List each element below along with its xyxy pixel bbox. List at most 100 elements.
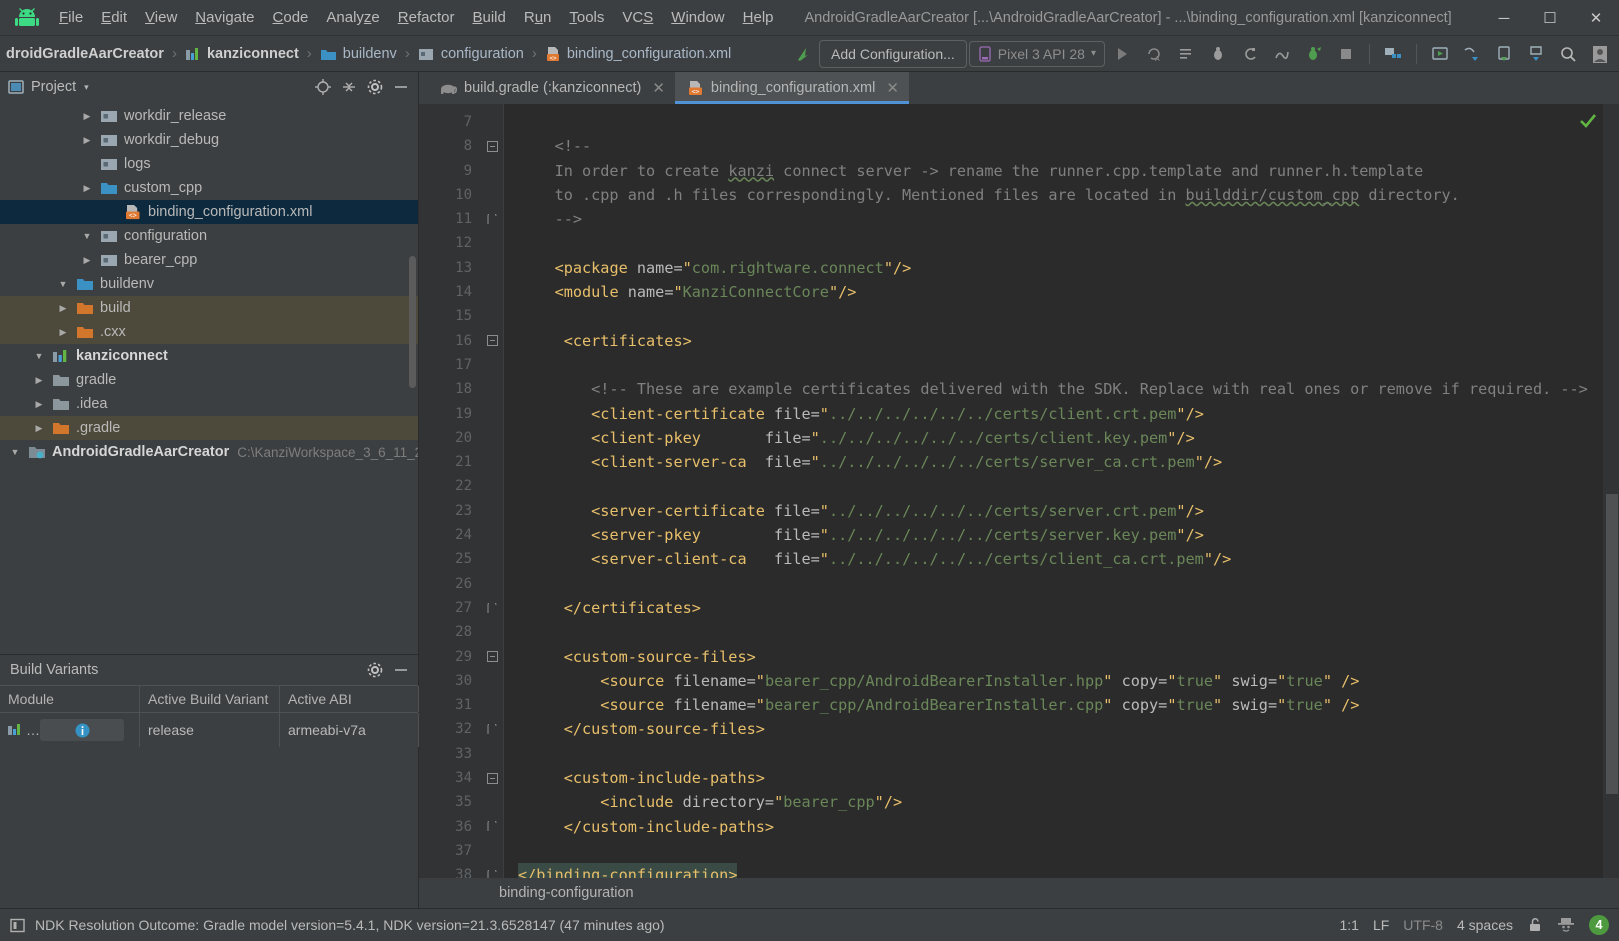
menu-refactor[interactable]: Refactor xyxy=(389,5,464,30)
chevron-right-icon[interactable]: ▶ xyxy=(80,183,94,194)
code-line[interactable]: to .cpp and .h files correspondingly. Me… xyxy=(504,183,1619,207)
breadcrumb-item-file[interactable]: <> binding_configuration.xml xyxy=(545,46,731,62)
code-line[interactable]: --> xyxy=(504,207,1619,231)
menu-build[interactable]: Build xyxy=(463,5,514,30)
tree-node-build[interactable]: ▶build xyxy=(0,296,418,320)
breadcrumb-item-project[interactable]: droidGradleAarCreator xyxy=(0,46,164,62)
status-message[interactable]: NDK Resolution Outcome: Gradle model ver… xyxy=(35,917,665,933)
code-line[interactable]: </binding-configuration> xyxy=(504,863,1619,878)
settings-gear-icon[interactable] xyxy=(364,659,386,681)
account-icon[interactable] xyxy=(1585,40,1615,68)
code-line[interactable]: <package name="com.rightware.connect"/> xyxy=(504,256,1619,280)
hectoring-hat-icon[interactable] xyxy=(1557,917,1575,933)
code-line[interactable]: <!-- xyxy=(504,134,1619,158)
menu-file[interactable]: File xyxy=(50,5,92,30)
code-line[interactable]: <custom-source-files> xyxy=(504,645,1619,669)
hide-icon[interactable] xyxy=(390,76,412,98)
code-line[interactable]: <server-certificate file="../../../../..… xyxy=(504,499,1619,523)
tree-node-buildenv[interactable]: ▼buildenv xyxy=(0,272,418,296)
tree-node--gradle[interactable]: ▶.gradle xyxy=(0,416,418,440)
menu-code[interactable]: Code xyxy=(264,5,318,30)
fold-end-icon[interactable] xyxy=(481,596,503,620)
run-icon[interactable] xyxy=(1107,40,1137,68)
indent-setting[interactable]: 4 spaces xyxy=(1457,917,1513,933)
collapse-all-icon[interactable] xyxy=(338,76,360,98)
fold-end-icon[interactable] xyxy=(481,863,503,878)
code-line[interactable]: <client-pkey file="../../../../../../cer… xyxy=(504,426,1619,450)
sync-gradle-icon[interactable] xyxy=(1457,40,1487,68)
chevron-down-icon[interactable]: ▼ xyxy=(80,231,94,241)
apply-changes-icon[interactable] xyxy=(1171,40,1201,68)
column-header-variant[interactable]: Active Build Variant xyxy=(140,686,280,712)
code-line[interactable]: <certificates> xyxy=(504,329,1619,353)
profile-icon[interactable] xyxy=(1267,40,1297,68)
notification-badge[interactable]: 4 xyxy=(1589,915,1609,935)
chevron-right-icon[interactable]: ▶ xyxy=(56,303,70,314)
close-icon[interactable]: ✕ xyxy=(886,79,899,97)
menu-run[interactable]: Run xyxy=(515,5,561,30)
column-header-module[interactable]: Module xyxy=(0,686,140,712)
menu-help[interactable]: Help xyxy=(734,5,783,30)
menu-analyze[interactable]: Analyze xyxy=(317,5,388,30)
menu-edit[interactable]: Edit xyxy=(92,5,136,30)
add-configuration-button[interactable]: Add Configuration... xyxy=(819,40,967,68)
sdk-manager-icon[interactable] xyxy=(1378,40,1408,68)
chevron-right-icon[interactable]: ▶ xyxy=(32,399,46,410)
layout-inspector-icon[interactable] xyxy=(1521,40,1551,68)
chevron-right-icon[interactable]: ▶ xyxy=(56,327,70,338)
code-editor[interactable]: 7891011121314151617181920212223242526272… xyxy=(419,104,1619,878)
code-line[interactable]: <client-certificate file="../../../../..… xyxy=(504,402,1619,426)
editor-tab-binding-configuration[interactable]: <> binding_configuration.xml ✕ xyxy=(675,72,909,104)
tree-node--cxx[interactable]: ▶.cxx xyxy=(0,320,418,344)
info-icon[interactable] xyxy=(40,719,124,741)
minimize-button[interactable]: ─ xyxy=(1481,0,1527,36)
editor-marker-bar[interactable] xyxy=(1603,104,1619,878)
project-tree[interactable]: ▶workdir_release▶workdir_debuglogs▶custo… xyxy=(0,102,418,654)
chevron-down-icon[interactable]: ▼ xyxy=(56,279,70,289)
tree-node-binding-configuration-xml[interactable]: <>binding_configuration.xml xyxy=(0,200,418,224)
chevron-down-icon[interactable]: ▼ xyxy=(8,447,22,457)
file-encoding[interactable]: UTF-8 xyxy=(1403,917,1443,933)
code-content[interactable]: <!-- In order to create kanzi connect se… xyxy=(503,104,1619,878)
tree-node-bearer-cpp[interactable]: ▶bearer_cpp xyxy=(0,248,418,272)
unlocked-icon[interactable] xyxy=(1527,917,1543,933)
cell-module[interactable]: … xyxy=(0,713,140,747)
locate-icon[interactable] xyxy=(312,76,334,98)
fold-expanded-icon[interactable] xyxy=(481,329,503,353)
code-line[interactable] xyxy=(504,110,1619,134)
column-header-abi[interactable]: Active ABI xyxy=(280,686,419,712)
menu-view[interactable]: View xyxy=(136,5,186,30)
chevron-right-icon[interactable]: ▶ xyxy=(80,255,94,266)
chevron-right-icon[interactable]: ▶ xyxy=(32,375,46,386)
table-row[interactable]: … release armeabi-v7a xyxy=(0,713,418,747)
code-line[interactable]: </custom-include-paths> xyxy=(504,815,1619,839)
chevron-down-icon[interactable]: ▼ xyxy=(32,351,46,361)
attach-debugger-icon[interactable] xyxy=(1235,40,1265,68)
fold-expanded-icon[interactable] xyxy=(481,766,503,790)
fold-end-icon[interactable] xyxy=(481,815,503,839)
fold-end-icon[interactable] xyxy=(481,207,503,231)
run-with-coverage-icon[interactable] xyxy=(1299,40,1329,68)
fold-expanded-icon[interactable] xyxy=(481,645,503,669)
debug-icon[interactable] xyxy=(1203,40,1233,68)
tree-node-configuration[interactable]: ▼configuration xyxy=(0,224,418,248)
tree-node-custom-cpp[interactable]: ▶custom_cpp xyxy=(0,176,418,200)
tree-node-workdir-debug[interactable]: ▶workdir_debug xyxy=(0,128,418,152)
code-line[interactable]: <module name="KanziConnectCore"/> xyxy=(504,280,1619,304)
code-line[interactable] xyxy=(504,474,1619,498)
cell-active-abi[interactable]: armeabi-v7a xyxy=(280,713,419,747)
menu-navigate[interactable]: Navigate xyxy=(186,5,263,30)
code-line[interactable]: <!-- These are example certificates deli… xyxy=(504,377,1619,401)
line-separator[interactable]: LF xyxy=(1373,917,1389,933)
editor-tab-build-gradle[interactable]: build.gradle (:kanziconnect) ✕ xyxy=(427,72,675,104)
code-line[interactable]: <include directory="bearer_cpp"/> xyxy=(504,790,1619,814)
code-line[interactable] xyxy=(504,572,1619,596)
project-tree-scrollbar[interactable] xyxy=(409,256,416,388)
event-log-icon[interactable] xyxy=(10,918,25,933)
code-line[interactable] xyxy=(504,839,1619,863)
fold-end-icon[interactable] xyxy=(481,717,503,741)
menu-vcs[interactable]: VCS xyxy=(613,5,662,30)
tree-node-androidgradleaarcreator[interactable]: ▼AndroidGradleAarCreatorC:\KanziWorkspac… xyxy=(0,440,418,464)
cell-active-build-variant[interactable]: release xyxy=(140,713,280,747)
close-icon[interactable]: ✕ xyxy=(652,79,665,97)
